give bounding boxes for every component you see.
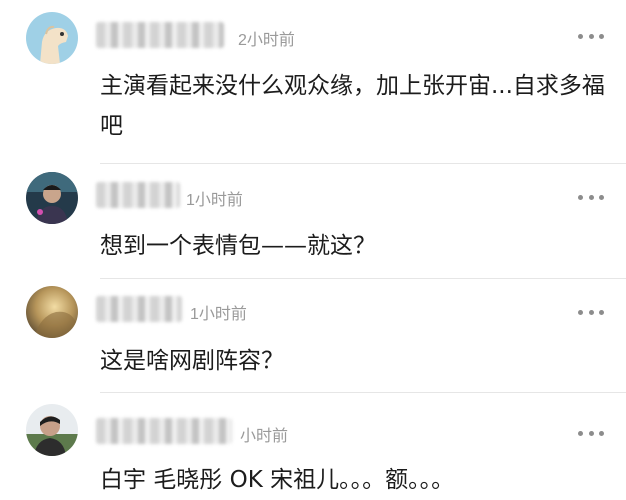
comment-time: 小时前 [240,428,289,445]
comment-item: 小时前 白宇 毛晓彤 OK 宋祖儿。。。额。。。 [0,392,626,500]
comment-time: 2小时前 [238,32,295,49]
golden-avatar-icon [26,286,78,338]
more-dots-icon[interactable] [578,308,604,316]
comment-item: 1小时前 这是啥网剧阵容？ [0,278,626,390]
avatar[interactable] [26,172,78,224]
comment-time: 1小时前 [190,306,247,323]
man-avatar-icon [26,404,78,456]
username-blurred[interactable] [96,182,180,208]
username-blurred[interactable] [96,418,232,444]
avatar[interactable] [26,286,78,338]
person-avatar-icon [26,172,78,224]
comment-text: 想到一个表情包——就这？ [100,233,376,259]
more-dots-icon[interactable] [578,193,604,201]
comment-text: 这是啥网剧阵容？ [100,348,284,374]
more-dots-icon[interactable] [578,429,604,437]
comment-text: 白宇 毛晓彤 OK 宋祖儿。。。额。。。 [100,467,455,493]
comment-time: 1小时前 [186,192,243,209]
more-dots-icon[interactable] [578,32,604,40]
comment-item: 1小时前 想到一个表情包——就这？ [0,163,626,278]
username-blurred[interactable] [96,296,182,322]
dinosaur-avatar-icon [26,12,78,64]
avatar[interactable] [26,12,78,64]
avatar[interactable] [26,404,78,456]
username-blurred[interactable] [96,22,224,48]
comment-item: 2小时前 主演看起来没什么观众缘，加上张开宙...自求多福吧 [0,0,626,170]
comment-text: 主演看起来没什么观众缘，加上张开宙...自求多福吧 [100,73,605,139]
